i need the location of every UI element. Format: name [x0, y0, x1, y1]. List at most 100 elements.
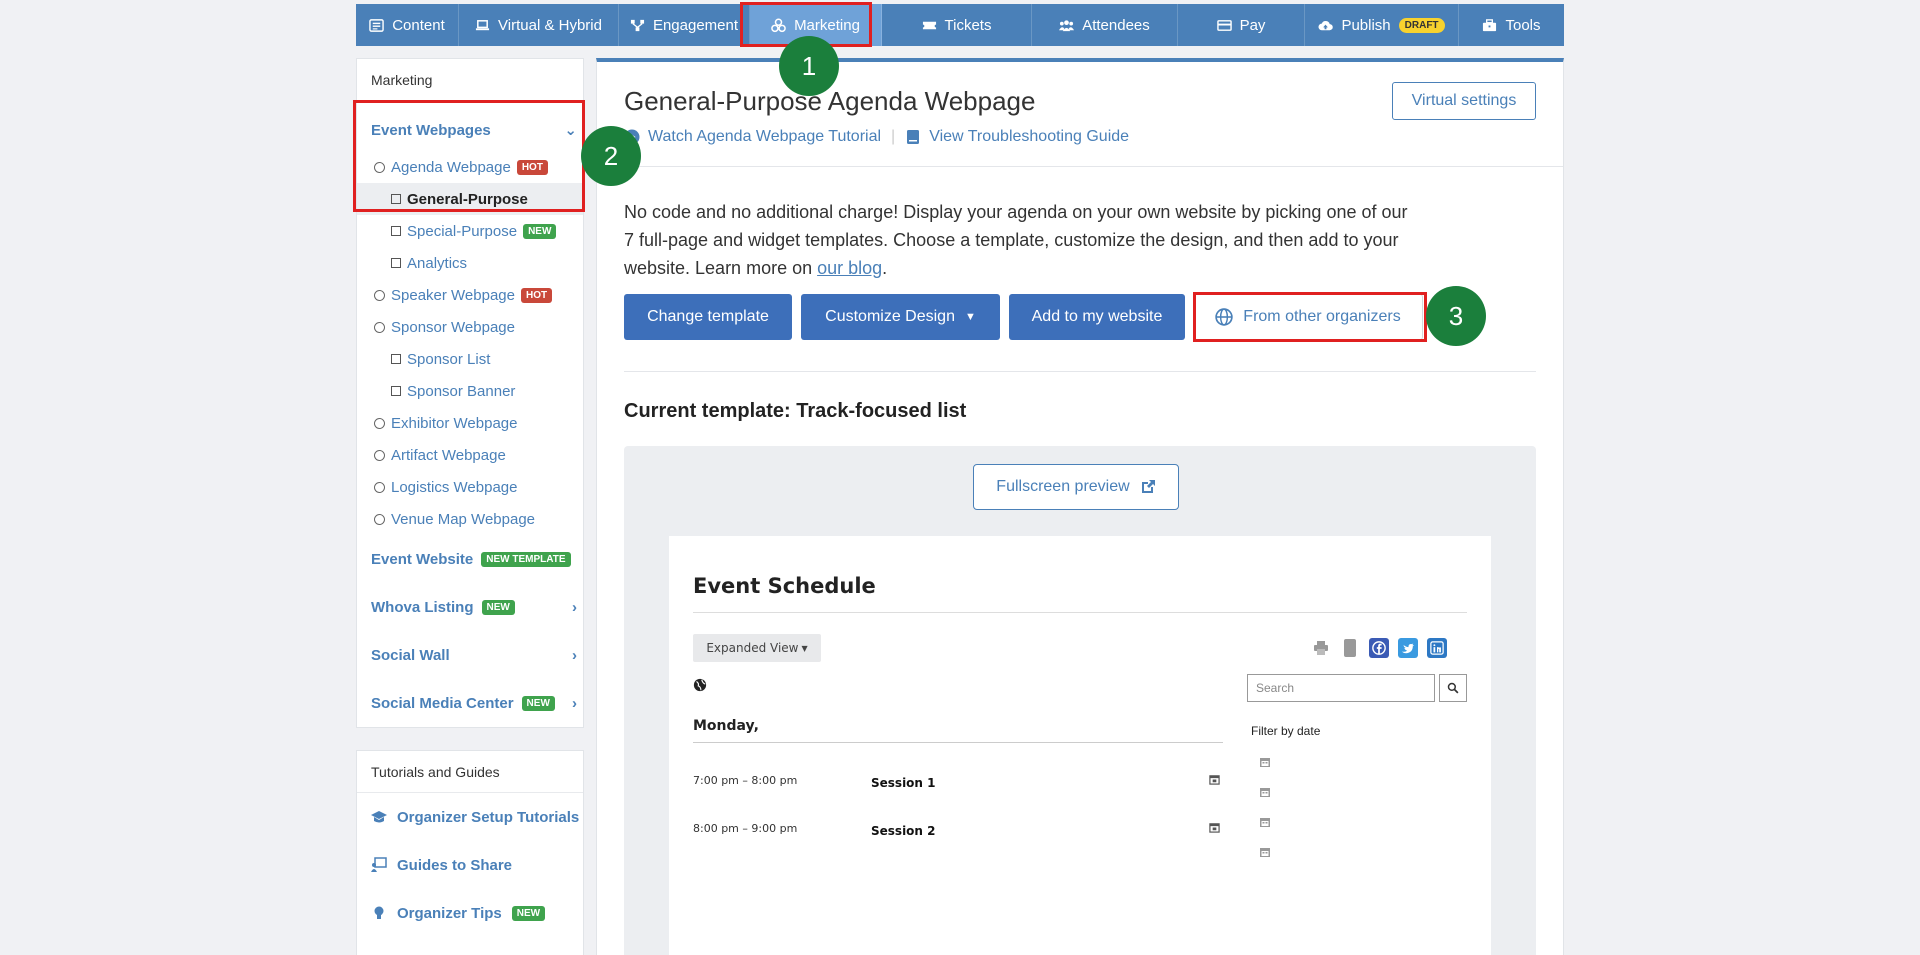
- item-label: Speaker Webpage: [391, 286, 515, 304]
- session-time: 7:00 pm – 8:00 pm: [693, 774, 798, 787]
- tab-attendees[interactable]: Attendees: [1032, 4, 1178, 46]
- search-icon: [1447, 682, 1459, 694]
- section-label: Social Wall: [371, 646, 450, 664]
- users-icon: [1059, 19, 1075, 31]
- add-to-website-button[interactable]: Add to my website: [1009, 294, 1185, 340]
- circle-icon: [374, 417, 385, 429]
- mobile-icon[interactable]: [1340, 638, 1360, 658]
- guide-guides-to-share[interactable]: Guides to Share: [357, 841, 583, 889]
- guide-organizer-setup-tutorials[interactable]: Organizer Setup Tutorials: [357, 793, 583, 841]
- sidebar-section-social-media-center[interactable]: Social Media Center NEW ›: [357, 679, 583, 727]
- globe-icon[interactable]: [693, 678, 707, 692]
- sidebar-item-sponsor-banner[interactable]: Sponsor Banner: [357, 375, 583, 407]
- sidebar-item-analytics[interactable]: Analytics: [357, 247, 583, 279]
- sidebar-item-special-purpose[interactable]: Special-Purpose NEW: [357, 215, 583, 247]
- description: No code and no additional charge! Displa…: [624, 198, 1414, 282]
- sidebar-header: Marketing: [357, 59, 583, 101]
- calendar-icon[interactable]: [1259, 786, 1271, 798]
- square-icon: [391, 386, 401, 396]
- sidebar-section-whova-listing[interactable]: Whova Listing NEW ›: [357, 583, 583, 631]
- session-name[interactable]: Session 1: [871, 776, 936, 790]
- caret-down-icon: ▼: [964, 311, 976, 323]
- our-blog-link[interactable]: our blog: [817, 258, 882, 278]
- step-marker-2: 2: [581, 126, 641, 186]
- sidebar-item-speaker-webpage[interactable]: Speaker Webpage HOT: [357, 279, 583, 311]
- guide-organizer-tips[interactable]: Organizer Tips NEW: [357, 889, 583, 937]
- sidebar-item-artifact-webpage[interactable]: Artifact Webpage: [357, 439, 583, 471]
- caret-down-icon: ▼: [801, 643, 808, 653]
- cloud-upload-icon: [1318, 20, 1334, 30]
- external-link-icon: [1141, 480, 1155, 493]
- draft-badge: DRAFT: [1398, 17, 1445, 33]
- square-icon: [391, 226, 401, 236]
- sidebar-item-logistics-webpage[interactable]: Logistics Webpage: [357, 471, 583, 503]
- section-label: Social Media Center: [371, 694, 514, 712]
- help-links: Watch Agenda Webpage Tutorial | View Tro…: [624, 128, 1129, 146]
- link-separator: |: [891, 128, 896, 145]
- schedule-search-input[interactable]: Search: [1247, 674, 1435, 702]
- guides-panel: Tutorials and Guides Organizer Setup Tut…: [356, 750, 584, 955]
- add-calendar-icon[interactable]: [1209, 822, 1220, 833]
- tab-pay[interactable]: Pay: [1178, 4, 1305, 46]
- day-heading: Monday,: [693, 718, 759, 734]
- schedule-divider: [693, 612, 1467, 613]
- tab-virtual-hybrid[interactable]: Virtual & Hybrid: [459, 4, 619, 46]
- item-label: Analytics: [407, 254, 468, 272]
- session-name[interactable]: Session 2: [871, 824, 936, 838]
- tab-publish[interactable]: Publish DRAFT: [1305, 4, 1459, 46]
- schedule-title: Event Schedule: [693, 574, 876, 598]
- circle-icon: [374, 321, 385, 333]
- section-divider: [624, 371, 1536, 372]
- sidebar-item-exhibitor-webpage[interactable]: Exhibitor Webpage: [357, 407, 583, 439]
- linkedin-icon[interactable]: [1427, 638, 1447, 658]
- twitter-icon[interactable]: [1398, 638, 1418, 658]
- calendar-icon[interactable]: [1259, 846, 1271, 858]
- item-label: Special-Purpose: [407, 222, 518, 240]
- main-panel: General-Purpose Agenda Webpage Watch Age…: [596, 58, 1564, 955]
- tab-engagement[interactable]: Engagement: [619, 4, 750, 46]
- facebook-icon[interactable]: [1369, 638, 1389, 658]
- laptop-icon: [475, 19, 490, 30]
- sidebar-section-event-website[interactable]: Event Website NEW TEMPLATE: [357, 535, 583, 583]
- troubleshooting-guide-link[interactable]: View Troubleshooting Guide: [905, 128, 1129, 146]
- new-badge: NEW: [523, 223, 557, 239]
- sidebar-item-sponsor-list[interactable]: Sponsor List: [357, 343, 583, 375]
- button-label: Customize Design: [825, 308, 955, 325]
- tab-tickets[interactable]: Tickets: [882, 4, 1032, 46]
- description-text: No code and no additional charge! Displa…: [624, 202, 1408, 278]
- section-label: Whova Listing: [371, 598, 474, 616]
- calendar-icon[interactable]: [1259, 816, 1271, 828]
- fullscreen-preview-button[interactable]: Fullscreen preview: [973, 464, 1179, 510]
- item-label: Sponsor Banner: [407, 382, 516, 400]
- search-button[interactable]: [1439, 674, 1467, 702]
- item-label: Sponsor Webpage: [391, 318, 515, 336]
- dropdown-label: Expanded View: [706, 641, 799, 655]
- toolbox-icon: [1483, 18, 1497, 31]
- chevron-right-icon: ›: [572, 646, 577, 664]
- sidebar-section-social-wall[interactable]: Social Wall ›: [357, 631, 583, 679]
- expanded-view-dropdown[interactable]: Expanded View ▼: [693, 634, 821, 662]
- tab-label: Tools: [1505, 16, 1541, 34]
- item-label: Exhibitor Webpage: [391, 414, 518, 432]
- change-template-button[interactable]: Change template: [624, 294, 792, 340]
- new-badge: NEW: [511, 905, 546, 921]
- sidebar-item-sponsor-webpage[interactable]: Sponsor Webpage: [357, 311, 583, 343]
- virtual-settings-button[interactable]: Virtual settings: [1392, 82, 1536, 120]
- new-template-badge: NEW TEMPLATE: [481, 551, 571, 567]
- print-icon[interactable]: [1311, 638, 1331, 658]
- list-icon: [369, 18, 384, 32]
- guide-label: Organizer Setup Tutorials: [397, 808, 580, 826]
- button-label: Fullscreen preview: [996, 478, 1130, 495]
- tab-content[interactable]: Content: [356, 4, 459, 46]
- watch-tutorial-link[interactable]: Watch Agenda Webpage Tutorial: [624, 128, 881, 146]
- tab-label: Pay: [1239, 16, 1266, 34]
- customize-design-button[interactable]: Customize Design ▼: [801, 294, 1000, 340]
- guide-label: Organizer Tips: [397, 904, 502, 922]
- circle-icon: [374, 513, 385, 525]
- add-calendar-icon[interactable]: [1209, 774, 1220, 785]
- calendar-icon[interactable]: [1259, 756, 1271, 768]
- sidebar-item-venue-map-webpage[interactable]: Venue Map Webpage: [357, 503, 583, 535]
- tab-label: Virtual & Hybrid: [498, 16, 602, 34]
- tab-tools[interactable]: Tools: [1459, 4, 1564, 46]
- card-icon: [1216, 19, 1232, 31]
